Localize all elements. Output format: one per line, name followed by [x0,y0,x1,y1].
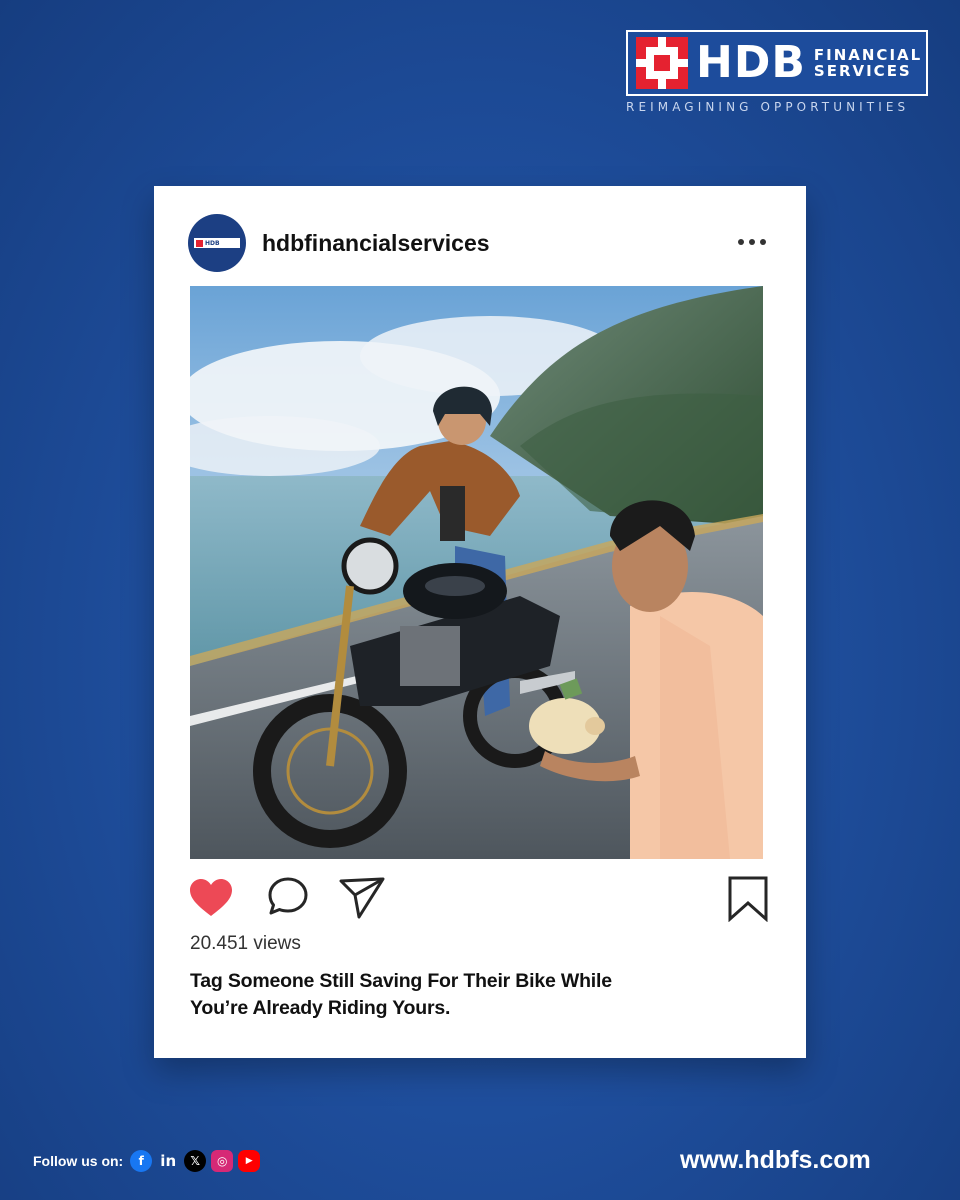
share-icon[interactable] [338,876,386,920]
logo-box: HDB FINANCIAL SERVICES [626,30,928,96]
post-username[interactable]: hdbfinancialservices [262,230,490,257]
logo-sub-text: FINANCIAL SERVICES [813,45,923,80]
post-card: HDB hdbfinancialservices 20.451 views Ta… [154,186,806,1058]
linkedin-icon[interactable]: in [157,1150,179,1172]
youtube-icon[interactable]: ▶ [238,1150,261,1172]
x-icon[interactable]: 𝕏 [184,1150,207,1172]
follow-us-bar: Follow us on: f in 𝕏 ◎ ▶ [33,1150,261,1172]
instagram-icon[interactable]: ◎ [211,1150,234,1172]
brand-logo: HDB FINANCIAL SERVICES REIMAGINING OPPOR… [626,30,928,114]
caption-line-1: Tag Someone Still Saving For Their Bike … [190,970,612,992]
like-heart-icon[interactable] [188,878,234,918]
logo-hdb-text: HDB [696,37,806,88]
post-caption: Tag Someone Still Saving For Their Bike … [190,968,670,1023]
profile-avatar[interactable]: HDB [188,214,246,272]
comment-icon[interactable] [266,876,310,918]
motorcycle-photo-icon [190,286,763,859]
logo-sub-line2: SERVICES [813,62,912,80]
website-link[interactable]: www.hdbfs.com [680,1146,871,1175]
post-view-count: 20.451 views [190,933,301,954]
hdb-mark-icon [636,37,688,89]
caption-line-2: You’re Already Riding Yours. [190,997,451,1020]
post-photo[interactable] [190,286,763,859]
bookmark-icon[interactable] [726,876,770,922]
more-options-icon[interactable] [738,234,774,250]
post-actions-bar [188,876,772,926]
brand-tagline: REIMAGINING OPPORTUNITIES [626,100,910,114]
facebook-icon[interactable]: f [130,1150,153,1172]
logo-sub-line1: FINANCIAL [813,45,923,64]
hdb-logo-avatar-icon: HDB [194,238,240,248]
follow-us-label: Follow us on: [33,1153,124,1169]
